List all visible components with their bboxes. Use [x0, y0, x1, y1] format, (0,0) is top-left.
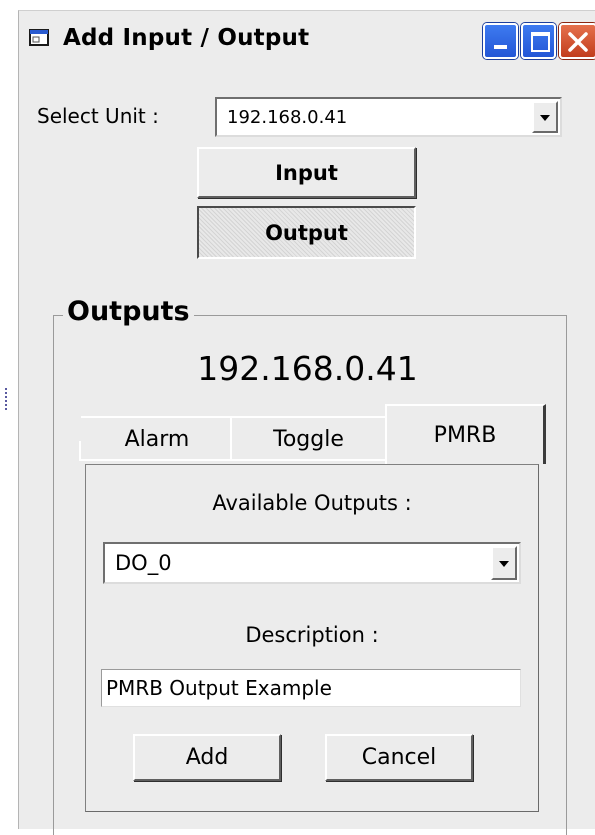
- tab-alarm-label: Alarm: [124, 427, 190, 452]
- add-button[interactable]: Add: [133, 734, 281, 781]
- select-unit-value: 192.168.0.41: [227, 107, 348, 128]
- cancel-button-label: Cancel: [361, 745, 437, 770]
- description-field[interactable]: [101, 669, 521, 707]
- title-bar[interactable]: Add Input / Output: [19, 11, 595, 71]
- add-button-label: Add: [185, 745, 229, 770]
- minimize-icon[interactable]: [483, 23, 518, 59]
- unit-ip-heading: 192.168.0.41: [197, 349, 418, 388]
- output-button-label: Output: [265, 220, 348, 245]
- tab-alarm[interactable]: Alarm: [81, 416, 233, 461]
- stray-mark: [5, 388, 10, 410]
- input-button-label: Input: [275, 160, 338, 185]
- tab-pmrb-label: PMRB: [433, 422, 497, 448]
- description-label: Description :: [245, 623, 379, 647]
- tab-toggle-label: Toggle: [273, 427, 344, 452]
- outputs-group-title: Outputs: [63, 296, 194, 327]
- select-unit-label: Select Unit :: [37, 104, 159, 128]
- cancel-button[interactable]: Cancel: [325, 734, 473, 781]
- tab-pmrb[interactable]: PMRB: [385, 404, 546, 464]
- window-title: Add Input / Output: [63, 25, 310, 51]
- available-outputs-label: Available Outputs :: [212, 491, 412, 515]
- chevron-down-icon[interactable]: [491, 546, 517, 580]
- tab-toggle[interactable]: Toggle: [230, 416, 387, 461]
- close-icon[interactable]: [559, 23, 595, 59]
- select-unit-dropdown[interactable]: 192.168.0.41: [215, 97, 562, 137]
- chevron-down-icon[interactable]: [532, 101, 558, 133]
- output-button[interactable]: Output: [197, 206, 416, 259]
- available-outputs-dropdown[interactable]: DO_0: [103, 542, 521, 584]
- add-input-output-window: Add Input / Output Select Unit : 192.168…: [18, 10, 595, 835]
- maximize-icon[interactable]: [521, 23, 556, 59]
- available-outputs-value: DO_0: [115, 551, 172, 575]
- input-button[interactable]: Input: [197, 147, 416, 198]
- app-window-icon: [29, 29, 49, 46]
